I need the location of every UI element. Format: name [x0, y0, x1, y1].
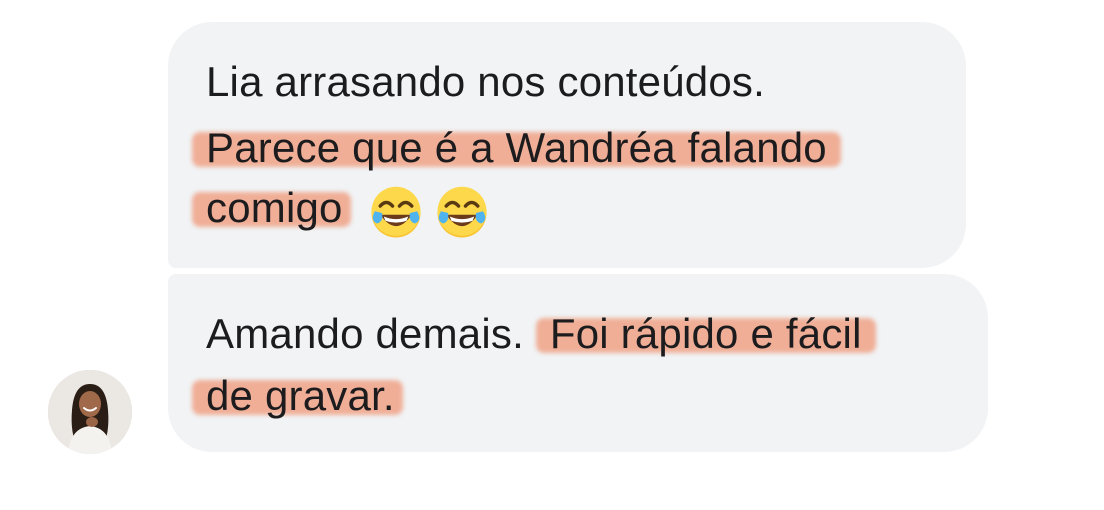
face-with-tears-of-joy-icon [371, 187, 421, 238]
highlighted-text: de gravar. [206, 372, 395, 419]
message-text-line: Parece que é a Wandréa falando [206, 118, 827, 178]
user-avatar-photo [48, 370, 132, 454]
message-text-line: comigo [206, 178, 500, 241]
message-text-line: Lia arrasando nos conteúdos. [206, 52, 765, 112]
message-text: Amando demais. [206, 310, 524, 357]
message-text-line: Amando demais. Foi rápido e fácil [206, 304, 862, 364]
highlighted-text: Foi rápido e fácil [549, 310, 862, 357]
message-bubble[interactable]: Amando demais. Foi rápido e fácil de gra… [168, 274, 988, 452]
message-text: Lia arrasando nos conteúdos. [206, 58, 765, 105]
highlighted-text: comigo [206, 184, 343, 231]
face-with-tears-of-joy-icon [437, 187, 487, 238]
message-bubble[interactable]: Lia arrasando nos conteúdos. Parece que … [168, 22, 966, 268]
highlighted-text: Parece que é a Wandréa falando [206, 124, 827, 171]
message-text-line: de gravar. [206, 366, 395, 426]
emoji-group [368, 180, 500, 241]
avatar[interactable] [48, 370, 132, 454]
